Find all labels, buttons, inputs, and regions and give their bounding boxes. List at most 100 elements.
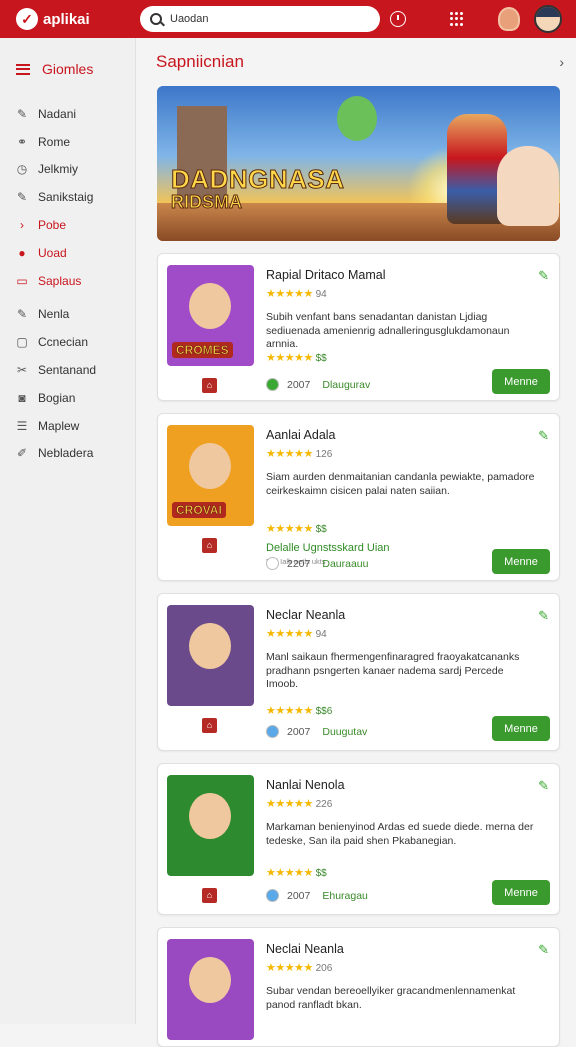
search-bar[interactable] xyxy=(140,6,380,32)
game-title[interactable]: Neclar Neanla xyxy=(266,608,345,622)
game-card[interactable]: CROMES ⌂ Rapial Dritaco Mamal ★★★★★ 94 Subih… xyxy=(157,253,560,401)
price-rating: ★★★★★ $$ xyxy=(266,352,327,364)
menu-button[interactable]: Menne xyxy=(492,880,550,905)
chevron-right-icon[interactable]: › xyxy=(559,54,564,70)
meta-status: Duugutav xyxy=(322,725,368,738)
price-rating: ★★★★★ $$ xyxy=(266,867,327,879)
rating: ★★★★★ 206 xyxy=(266,962,333,974)
sidebar-item-label: Nebladera xyxy=(38,446,94,461)
store-icon[interactable]: ⌂ xyxy=(202,378,217,393)
store-icon[interactable]: ⌂ xyxy=(202,538,217,553)
user-avatar[interactable] xyxy=(534,5,562,33)
section-header: Sapniicnian › xyxy=(146,38,570,86)
status-dot-icon xyxy=(266,378,279,391)
app-logo[interactable]: ✓ aplikai xyxy=(16,8,126,30)
featured-banner[interactable]: DADNGNASA RIDSMA xyxy=(157,86,560,241)
tool-icon: ✐ xyxy=(16,446,28,461)
game-description: Subih venfant bans senadantan danistan L… xyxy=(266,311,510,350)
store-icon[interactable]: ⌂ xyxy=(202,888,217,903)
pencil-icon: ✎ xyxy=(16,106,28,121)
sidebar-item[interactable]: ✂ Sentanand xyxy=(0,356,135,384)
sidebar-item[interactable]: ● Uoad xyxy=(0,239,135,267)
game-meta: 2007 Duugutav xyxy=(266,725,367,738)
sidebar-item[interactable]: ▢ Ccnecian xyxy=(0,328,135,356)
edit-icon[interactable]: ✎ xyxy=(538,428,549,444)
meta-status: Dauraauu xyxy=(322,557,369,570)
sidebar-item-label: Bogian xyxy=(38,390,76,405)
sidebar-item[interactable]: ✐ Nebladera xyxy=(0,440,135,468)
game-thumbnail[interactable]: CROVAI xyxy=(167,425,254,526)
game-description: Manl saikaun fhermengenfinaragred fraoya… xyxy=(266,651,520,690)
edit-icon[interactable]: ✎ xyxy=(538,942,549,958)
section-title: Sapniicnian xyxy=(156,52,244,71)
game-title[interactable]: Aanlai Adala xyxy=(266,428,336,442)
game-title[interactable]: Nanlai Nenola xyxy=(266,778,345,792)
stars-icon: ★★★★★ xyxy=(266,628,313,640)
sidebar-item-label: Pobe xyxy=(38,218,67,233)
game-card[interactable]: Neclai Neanla ★★★★★ 206 Subar vendan bereo… xyxy=(157,927,560,1047)
menu-button[interactable]: Menne xyxy=(492,716,550,741)
character-avatar[interactable] xyxy=(498,7,520,31)
edit-icon[interactable]: ✎ xyxy=(538,608,549,624)
game-link[interactable]: Delalle Ugnstsskard Uian xyxy=(266,542,390,554)
sidebar-item[interactable]: › Pobe xyxy=(0,211,135,239)
thumbnail-character xyxy=(189,793,231,839)
game-meta: 2007 Ehuragau xyxy=(266,889,368,902)
rating: ★★★★★ 226 xyxy=(266,798,333,810)
meta-number: 2007 xyxy=(287,889,311,902)
sidebar-item[interactable]: ⚭ Rome xyxy=(0,128,135,156)
wrench-icon: ✂ xyxy=(16,363,28,378)
sidebar-item[interactable]: ◷ Jelkmiy xyxy=(0,156,135,184)
meta-number: 2007 xyxy=(287,378,311,391)
rating: ★★★★★ 126 xyxy=(266,448,333,460)
game-title[interactable]: Rapial Dritaco Mamal xyxy=(266,268,385,282)
sidebar-header[interactable]: Giomles xyxy=(0,38,135,100)
game-card[interactable]: CROVAI ⌂ Aanlai Adala ★★★★★ 126 Siam aurden … xyxy=(157,413,560,581)
apps-grid-icon[interactable] xyxy=(450,12,464,26)
sidebar: Giomles ✎ Nadani ⚭ Rome ◷ Jelkmiy ✎ Sanikstaig ›… xyxy=(0,38,136,1024)
sidebar-item[interactable]: ✎ Sanikstaig xyxy=(0,183,135,211)
logo-icon: ✓ xyxy=(16,8,38,30)
store-icon[interactable]: ⌂ xyxy=(202,718,217,733)
game-title[interactable]: Neclai Neanla xyxy=(266,942,344,956)
game-thumbnail[interactable] xyxy=(167,605,254,706)
pencil-icon: ✎ xyxy=(16,307,28,322)
stars-icon: ★★★★★ xyxy=(266,867,313,879)
app-name: aplikai xyxy=(43,10,90,28)
search-input[interactable] xyxy=(170,13,370,25)
sidebar-title: Giomles xyxy=(42,61,94,77)
game-card[interactable]: ⌂ Neclar Neanla ★★★★★ 94 Manl saikaun fherm… xyxy=(157,593,560,751)
card-icon: ▭ xyxy=(16,273,28,288)
thumbnail-character xyxy=(189,443,231,489)
sidebar-item[interactable]: ✎ Nadani xyxy=(0,100,135,128)
search-icon xyxy=(150,13,162,25)
meta-status: Ehuragau xyxy=(322,889,368,902)
thumbnail-badge: CROVAI xyxy=(172,502,226,518)
price-rating: ★★★★★ $$6 xyxy=(266,705,333,717)
edit-icon[interactable]: ✎ xyxy=(538,268,549,284)
sidebar-item[interactable]: ☰ Maplew xyxy=(0,412,135,440)
menu-button[interactable]: Menne xyxy=(492,369,550,394)
banner-subtitle: RIDSMA xyxy=(171,192,243,213)
menu-button[interactable]: Menne xyxy=(492,549,550,574)
game-thumbnail[interactable]: CROMES xyxy=(167,265,254,366)
top-bar: ✓ aplikai xyxy=(0,0,576,38)
banner-title: DADNGNASA xyxy=(171,164,345,195)
thumbnail-badge: CROMES xyxy=(172,342,233,358)
sidebar-item-label: Maplew xyxy=(38,418,80,433)
sidebar-item[interactable]: ◙ Bogian xyxy=(0,384,135,412)
history-icon[interactable] xyxy=(390,11,406,27)
status-dot-icon xyxy=(266,557,279,570)
meta-status: Dlaugurav xyxy=(322,378,371,391)
game-thumbnail[interactable] xyxy=(167,775,254,876)
meta-number: 2007 xyxy=(287,725,311,738)
sidebar-item[interactable]: ✎ Nenla xyxy=(0,301,135,329)
status-dot-icon xyxy=(266,725,279,738)
sidebar-item[interactable]: ▭ Saplaus xyxy=(0,267,135,295)
thumbnail-character xyxy=(189,957,231,1003)
game-card[interactable]: ⌂ Nanlai Nenola ★★★★★ 226 Markaman benienyi… xyxy=(157,763,560,915)
game-thumbnail[interactable] xyxy=(167,939,254,1040)
stars-icon: ★★★★★ xyxy=(266,962,313,974)
menu-icon[interactable] xyxy=(16,63,30,75)
edit-icon[interactable]: ✎ xyxy=(538,778,549,794)
